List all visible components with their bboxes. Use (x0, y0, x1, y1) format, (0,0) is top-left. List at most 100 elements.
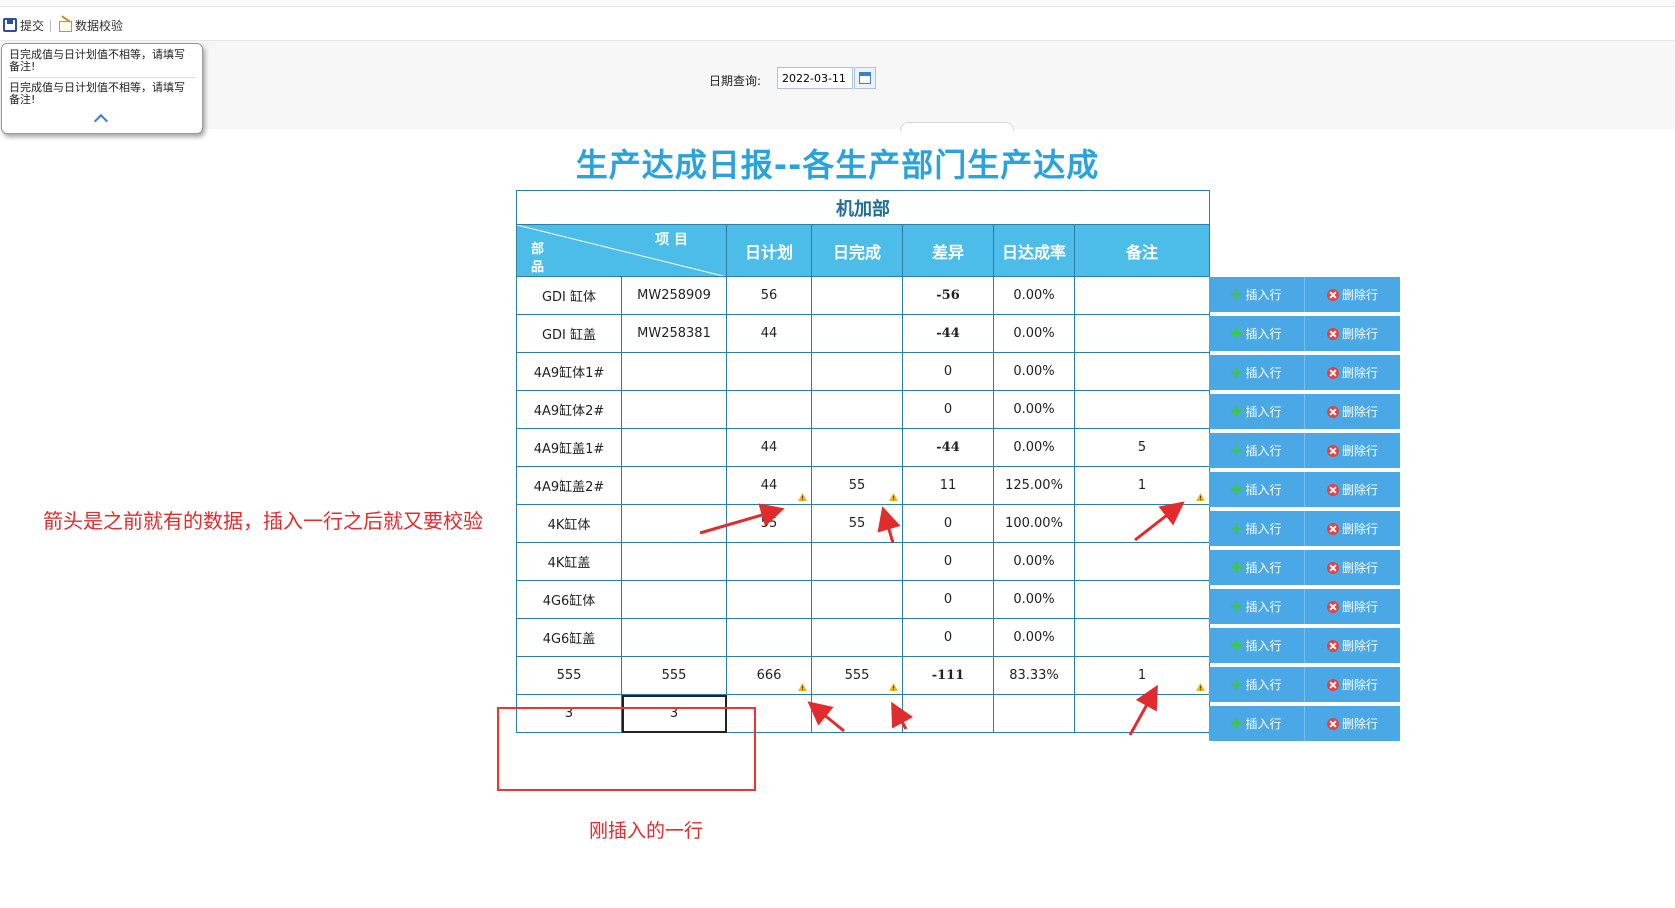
rate-value[interactable]: 0.00% (993, 276, 1075, 315)
product-name[interactable]: GDI 缸体 (516, 276, 622, 315)
product-name[interactable]: 555 (516, 656, 622, 695)
remark-value[interactable] (1074, 352, 1210, 391)
product-code[interactable] (621, 618, 727, 657)
plan-value[interactable]: 666 (726, 656, 812, 695)
diff-value[interactable]: -44 (902, 314, 994, 353)
diff-value[interactable]: 0 (902, 504, 994, 543)
plan-value[interactable]: 44 (726, 466, 812, 505)
remark-value[interactable] (1074, 390, 1210, 429)
validate-button[interactable]: 数据校验 (58, 16, 123, 34)
rate-value[interactable]: 100.00% (993, 504, 1075, 543)
rate-value[interactable]: 0.00% (993, 542, 1075, 581)
rate-value[interactable]: 0.00% (993, 314, 1075, 353)
plan-value[interactable] (726, 580, 812, 619)
insert-row-button[interactable]: 插入行 (1209, 316, 1304, 351)
done-value[interactable] (811, 428, 903, 467)
done-value[interactable] (811, 276, 903, 315)
product-code[interactable] (621, 580, 727, 619)
plan-value[interactable] (726, 352, 812, 391)
remark-value[interactable] (1074, 542, 1210, 581)
diff-value[interactable]: -56 (902, 276, 994, 315)
done-value[interactable] (811, 352, 903, 391)
product-code[interactable] (621, 504, 727, 543)
plan-value[interactable]: 44 (726, 314, 812, 353)
delete-row-button[interactable]: 删除行 (1304, 355, 1400, 390)
remark-value[interactable] (1074, 276, 1210, 315)
done-value[interactable]: 555 (811, 656, 903, 695)
product-code[interactable]: MW258381 (621, 314, 727, 353)
plan-value[interactable]: 44 (726, 428, 812, 467)
product-code[interactable] (621, 352, 727, 391)
insert-row-button[interactable]: 插入行 (1209, 706, 1304, 741)
chevron-up-icon[interactable] (93, 113, 109, 129)
done-value[interactable] (811, 542, 903, 581)
collapse-panel-tab[interactable] (900, 122, 1014, 131)
product-name[interactable]: 4K缸体 (516, 504, 622, 543)
rate-value[interactable]: 83.33% (993, 656, 1075, 695)
delete-row-button[interactable]: 删除行 (1304, 316, 1400, 351)
remark-value[interactable] (1074, 618, 1210, 657)
delete-row-button[interactable]: 删除行 (1304, 706, 1400, 741)
delete-row-button[interactable]: 删除行 (1304, 394, 1400, 429)
delete-row-button[interactable]: 删除行 (1304, 277, 1400, 312)
diff-value[interactable] (902, 694, 994, 733)
rate-value[interactable]: 0.00% (993, 580, 1075, 619)
done-value[interactable] (811, 580, 903, 619)
rate-value[interactable]: 0.00% (993, 352, 1075, 391)
date-input[interactable] (777, 67, 853, 89)
product-code[interactable] (621, 542, 727, 581)
plan-value[interactable] (726, 618, 812, 657)
remark-value[interactable] (1074, 694, 1210, 733)
remark-value[interactable] (1074, 314, 1210, 353)
insert-row-button[interactable]: 插入行 (1209, 355, 1304, 390)
diff-value[interactable]: 0 (902, 580, 994, 619)
insert-row-button[interactable]: 插入行 (1209, 667, 1304, 702)
product-name[interactable]: 4A9缸体1# (516, 352, 622, 391)
product-name[interactable]: 4A9缸盖2# (516, 466, 622, 505)
date-picker-button[interactable] (854, 67, 876, 89)
remark-value[interactable] (1074, 504, 1210, 543)
done-value[interactable]: 55 (811, 466, 903, 505)
delete-row-button[interactable]: 删除行 (1304, 628, 1400, 663)
product-code[interactable] (621, 428, 727, 467)
product-code[interactable] (621, 390, 727, 429)
diff-value[interactable]: 0 (902, 542, 994, 581)
remark-value[interactable]: 1 (1074, 656, 1210, 695)
done-value[interactable] (811, 618, 903, 657)
submit-button[interactable]: 提交 (3, 16, 44, 34)
plan-value[interactable] (726, 542, 812, 581)
plan-value[interactable] (726, 390, 812, 429)
product-name[interactable]: 4G6缸体 (516, 580, 622, 619)
rate-value[interactable]: 0.00% (993, 618, 1075, 657)
product-code[interactable] (621, 466, 727, 505)
product-name[interactable]: 4A9缸盖1# (516, 428, 622, 467)
product-name[interactable]: 4K缸盖 (516, 542, 622, 581)
remark-value[interactable]: 1 (1074, 466, 1210, 505)
product-code[interactable]: 555 (621, 656, 727, 695)
rate-value[interactable]: 125.00% (993, 466, 1075, 505)
insert-row-button[interactable]: 插入行 (1209, 589, 1304, 624)
remark-value[interactable] (1074, 580, 1210, 619)
diff-value[interactable]: 0 (902, 390, 994, 429)
insert-row-button[interactable]: 插入行 (1209, 511, 1304, 546)
insert-row-button[interactable]: 插入行 (1209, 628, 1304, 663)
diff-value[interactable]: 0 (902, 618, 994, 657)
diff-value[interactable]: -44 (902, 428, 994, 467)
product-name[interactable]: 4A9缸体2# (516, 390, 622, 429)
product-name[interactable]: GDI 缸盖 (516, 314, 622, 353)
remark-value[interactable]: 5 (1074, 428, 1210, 467)
rate-value[interactable]: 0.00% (993, 428, 1075, 467)
delete-row-button[interactable]: 删除行 (1304, 589, 1400, 624)
rate-value[interactable] (993, 694, 1075, 733)
delete-row-button[interactable]: 删除行 (1304, 472, 1400, 507)
diff-value[interactable]: 0 (902, 352, 994, 391)
plan-value[interactable]: 55 (726, 504, 812, 543)
plan-value[interactable]: 56 (726, 276, 812, 315)
done-value[interactable] (811, 694, 903, 733)
delete-row-button[interactable]: 删除行 (1304, 550, 1400, 585)
delete-row-button[interactable]: 删除行 (1304, 667, 1400, 702)
product-code[interactable]: MW258909 (621, 276, 727, 315)
diff-value[interactable]: 11 (902, 466, 994, 505)
done-value[interactable]: 55 (811, 504, 903, 543)
done-value[interactable] (811, 314, 903, 353)
